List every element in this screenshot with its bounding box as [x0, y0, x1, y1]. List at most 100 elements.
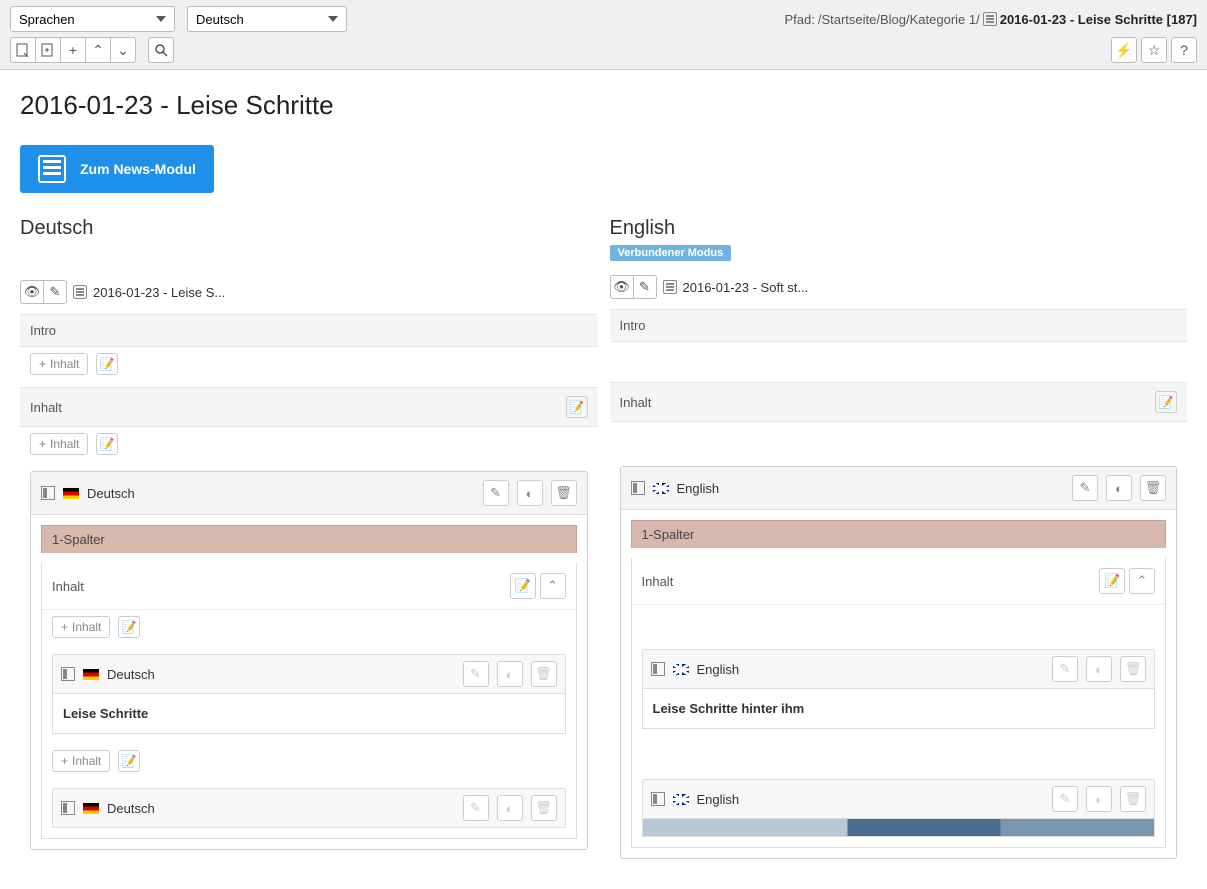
nested-element-2: Deutsch ✎ ◐ 🗑 [52, 788, 566, 828]
image-icon [651, 792, 665, 806]
inner-header: Inhalt [52, 579, 84, 594]
column-english: English Verbundener Modus 👁 ✎ 2016-01-23… [610, 217, 1188, 869]
flag-de-icon [63, 488, 79, 499]
edit-template-button[interactable]: 📝 [510, 573, 536, 599]
edit-block-button[interactable]: ✎ [483, 480, 509, 506]
add-content-nested2[interactable]: + Inhalt [52, 750, 110, 772]
connected-mode-badge: Verbundener Modus [610, 245, 732, 261]
toggle-nested-button[interactable]: ◐ [497, 661, 523, 687]
page-icon [983, 12, 997, 26]
edit-nested-button[interactable]: ✎ [463, 661, 489, 687]
collapse-button[interactable]: ⌃ [1129, 568, 1155, 594]
edit-block-button[interactable]: ✎ [1072, 475, 1098, 501]
section-inhalt-en: Inhalt 📝 [610, 382, 1188, 422]
nested-lang: Deutsch [107, 801, 155, 816]
path-label: Pfad: [784, 12, 814, 27]
nested-lang: Deutsch [107, 667, 155, 682]
nested-text: Leise Schritte [52, 694, 566, 734]
delete-nested-button[interactable]: 🗑 [531, 795, 557, 821]
edit-button[interactable]: ✎ [43, 280, 67, 304]
layout-label: 1-Spalter [631, 520, 1167, 548]
text-icon [61, 667, 75, 681]
toggle-block-button[interactable]: ◐ [1106, 475, 1132, 501]
doc-new-button[interactable] [35, 37, 61, 63]
nested-lang: English [697, 792, 740, 807]
language-view-select[interactable]: Sprachen [10, 6, 175, 32]
page-icon [73, 285, 87, 299]
edit-button[interactable]: ✎ [633, 275, 657, 299]
edit-template-icon[interactable]: 📝 [118, 616, 140, 638]
text-icon [651, 662, 665, 676]
image-icon [61, 801, 75, 815]
layout-label: 1-Spalter [41, 525, 577, 553]
entry-title-de[interactable]: 2016-01-23 - Leise S... [93, 285, 225, 300]
path-segments[interactable]: /Startseite/Blog/Kategorie 1/ [818, 12, 980, 27]
edit-template-icon[interactable]: 📝 [96, 353, 118, 375]
edit-nested-button[interactable]: ✎ [1052, 656, 1078, 682]
section-intro-en: Intro [610, 309, 1188, 342]
news-module-button[interactable]: Zum News-Modul [20, 145, 214, 193]
breadcrumb: Pfad: /Startseite/Blog/Kategorie 1/ 2016… [784, 12, 1197, 27]
add-content-inhalt[interactable]: + Inhalt [30, 433, 88, 455]
dropdown-button[interactable]: ⌄ [110, 37, 136, 63]
path-current: 2016-01-23 - Leise Schritte [187] [1000, 12, 1197, 27]
doc-action-group: + ⌃ ⌄ [10, 37, 136, 63]
edit-template-icon[interactable]: 📝 [566, 396, 588, 418]
view-button[interactable]: 👁 [610, 275, 634, 299]
flag-de-icon [83, 669, 99, 680]
nested-element-1: Deutsch ✎ ◐ 🗑 Leise Schritte [52, 654, 566, 734]
flag-en-icon [673, 664, 689, 675]
entry-title-en[interactable]: 2016-01-23 - Soft st... [683, 280, 809, 295]
edit-nested-button[interactable]: ✎ [1052, 786, 1078, 812]
grid-icon [41, 486, 55, 500]
edit-nested-button[interactable]: ✎ [463, 795, 489, 821]
flag-de-icon [83, 803, 99, 814]
flag-en-icon [653, 483, 669, 494]
delete-block-button[interactable]: 🗑 [1140, 475, 1166, 501]
block-lang-label: English [677, 481, 720, 496]
toggle-nested-button[interactable]: ◐ [497, 795, 523, 821]
section-intro: Intro [20, 314, 598, 347]
flag-en-icon [673, 794, 689, 805]
nested-lang: English [697, 662, 740, 677]
doc-view-button[interactable] [10, 37, 36, 63]
add-button[interactable]: + [60, 37, 86, 63]
inner-header: Inhalt [642, 574, 674, 589]
lang-header-en: English [610, 217, 1188, 240]
delete-nested-button[interactable]: 🗑 [1120, 786, 1146, 812]
main-content: 2016-01-23 - Leise Schritte Zum News-Mod… [0, 70, 1207, 889]
page-title: 2016-01-23 - Leise Schritte [20, 90, 1187, 121]
toggle-nested-button[interactable]: ◐ [1086, 786, 1112, 812]
toggle-block-button[interactable]: ◐ [517, 480, 543, 506]
collapse-button[interactable]: ⌃ [540, 573, 566, 599]
up-button[interactable]: ⌃ [85, 37, 111, 63]
edit-template-button[interactable]: 📝 [1099, 568, 1125, 594]
grid-icon [631, 481, 645, 495]
help-button[interactable]: ? [1171, 37, 1197, 63]
delete-nested-button[interactable]: 🗑 [1120, 656, 1146, 682]
nested-element-1-en: English ✎ ◐ 🗑 Leise Schritte hinter ihm [642, 649, 1156, 729]
lang-header-de: Deutsch [20, 217, 598, 240]
content-block-de: Deutsch ✎ ◐ 🗑 1-Spalter Inhalt 📝 ⌃ [30, 471, 588, 850]
search-button[interactable] [148, 37, 174, 63]
add-content-intro[interactable]: + Inhalt [30, 353, 88, 375]
nested-text: Leise Schritte hinter ihm [642, 689, 1156, 729]
content-block-en: English ✎ ◐ 🗑 1-Spalter Inhalt 📝 ⌃ [620, 466, 1178, 859]
top-toolbar: Sprachen Deutsch Pfad: /Startseite/Blog/… [0, 0, 1207, 70]
delete-block-button[interactable]: 🗑 [551, 480, 577, 506]
edit-template-icon[interactable]: 📝 [1155, 391, 1177, 413]
page-icon [663, 280, 677, 294]
delete-nested-button[interactable]: 🗑 [531, 661, 557, 687]
language-select[interactable]: Deutsch [187, 6, 347, 32]
bookmark-button[interactable]: ☆ [1141, 37, 1167, 63]
block-lang-label: Deutsch [87, 486, 135, 501]
view-button[interactable]: 👁 [20, 280, 44, 304]
toggle-nested-button[interactable]: ◐ [1086, 656, 1112, 682]
nested-element-2-en: English ✎ ◐ 🗑 [642, 779, 1156, 837]
section-inhalt: Inhalt 📝 [20, 387, 598, 427]
edit-template-icon[interactable]: 📝 [96, 433, 118, 455]
news-icon [38, 155, 66, 183]
add-content-nested[interactable]: + Inhalt [52, 616, 110, 638]
cache-button[interactable]: ⚡ [1111, 37, 1137, 63]
edit-template-icon[interactable]: 📝 [118, 750, 140, 772]
